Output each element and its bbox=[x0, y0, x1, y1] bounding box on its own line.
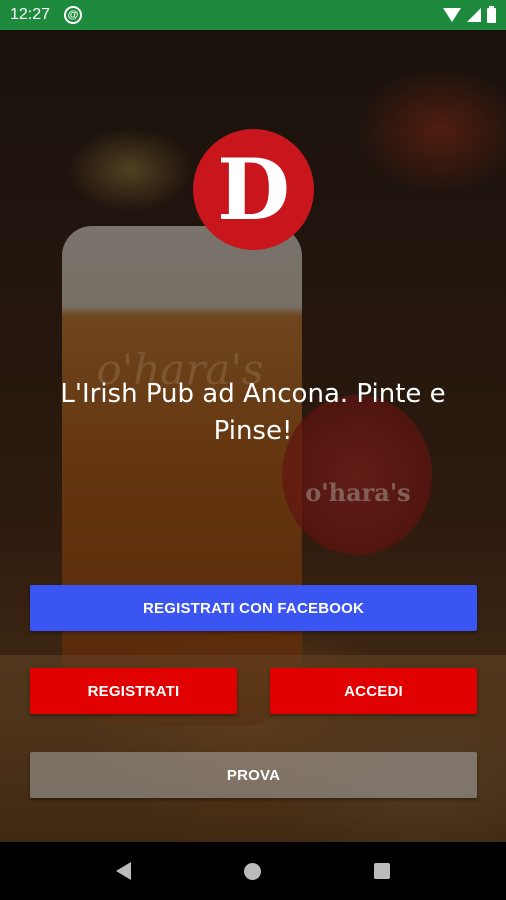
status-icons bbox=[443, 5, 496, 23]
wifi-icon bbox=[443, 8, 461, 22]
status-time: 12:27 bbox=[10, 6, 51, 23]
logo-letter: D bbox=[217, 139, 290, 239]
status-bar: 12:27 @ bbox=[0, 0, 506, 30]
sync-icon: @ bbox=[64, 6, 83, 24]
back-icon[interactable] bbox=[116, 862, 132, 880]
facebook-register-button[interactable]: REGISTRATI CON FACEBOOK bbox=[30, 585, 477, 631]
signal-icon bbox=[467, 8, 481, 22]
app-logo: D bbox=[193, 129, 314, 250]
home-icon[interactable] bbox=[243, 862, 261, 880]
recents-icon[interactable] bbox=[373, 863, 390, 879]
navigation-bar bbox=[0, 842, 506, 900]
battery-icon bbox=[487, 5, 496, 23]
try-button[interactable]: PROVA bbox=[30, 752, 477, 798]
headline: L'Irish Pub ad Ancona. Pinte e Pinse! bbox=[60, 379, 446, 446]
register-button[interactable]: REGISTRATI bbox=[30, 668, 237, 714]
login-button[interactable]: ACCEDI bbox=[270, 668, 477, 714]
